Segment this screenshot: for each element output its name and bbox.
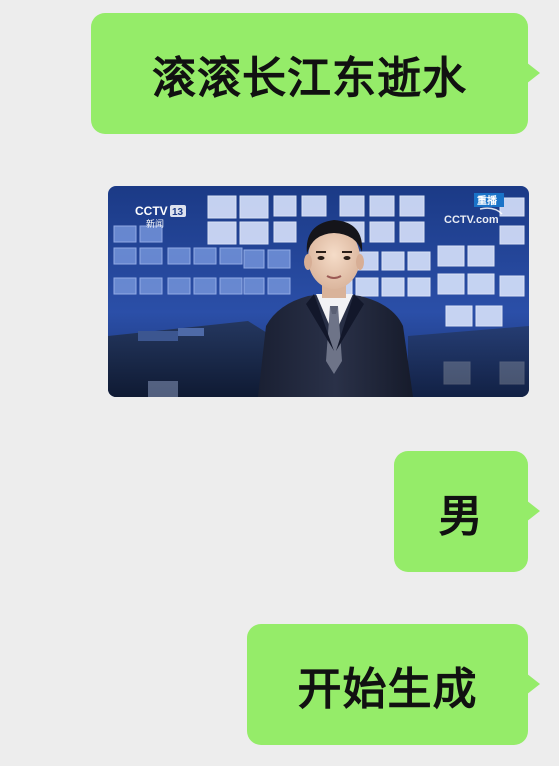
- chat-conversation: 滚滚长江东逝水 CCTV 13 新闻 重播 CCTV.com 男 开始生成: [0, 0, 559, 766]
- svg-text:CCTV.com: CCTV.com: [444, 214, 499, 226]
- bubble-tail: [526, 673, 540, 695]
- message-text: 男: [438, 490, 484, 542]
- rebroadcast-badge: 重播: [474, 193, 504, 207]
- svg-text:13: 13: [172, 207, 184, 218]
- message-bubble-1[interactable]: 滚滚长江东逝水: [91, 13, 540, 134]
- message-text: 滚滚长江东逝水: [152, 52, 467, 104]
- message-text: 开始生成: [297, 663, 478, 715]
- svg-text:新闻: 新闻: [146, 218, 164, 230]
- news-anchor-image: CCTV 13 新闻 重播 CCTV.com: [108, 186, 529, 397]
- message-bubble-3[interactable]: 男: [394, 451, 540, 572]
- bubble-tail: [526, 500, 540, 522]
- svg-text:重播: 重播: [477, 194, 498, 207]
- svg-text:CCTV: CCTV: [135, 204, 168, 218]
- message-bubble-4[interactable]: 开始生成: [247, 624, 540, 745]
- bubble-tail: [526, 62, 540, 84]
- image-message[interactable]: CCTV 13 新闻 重播 CCTV.com: [108, 186, 529, 397]
